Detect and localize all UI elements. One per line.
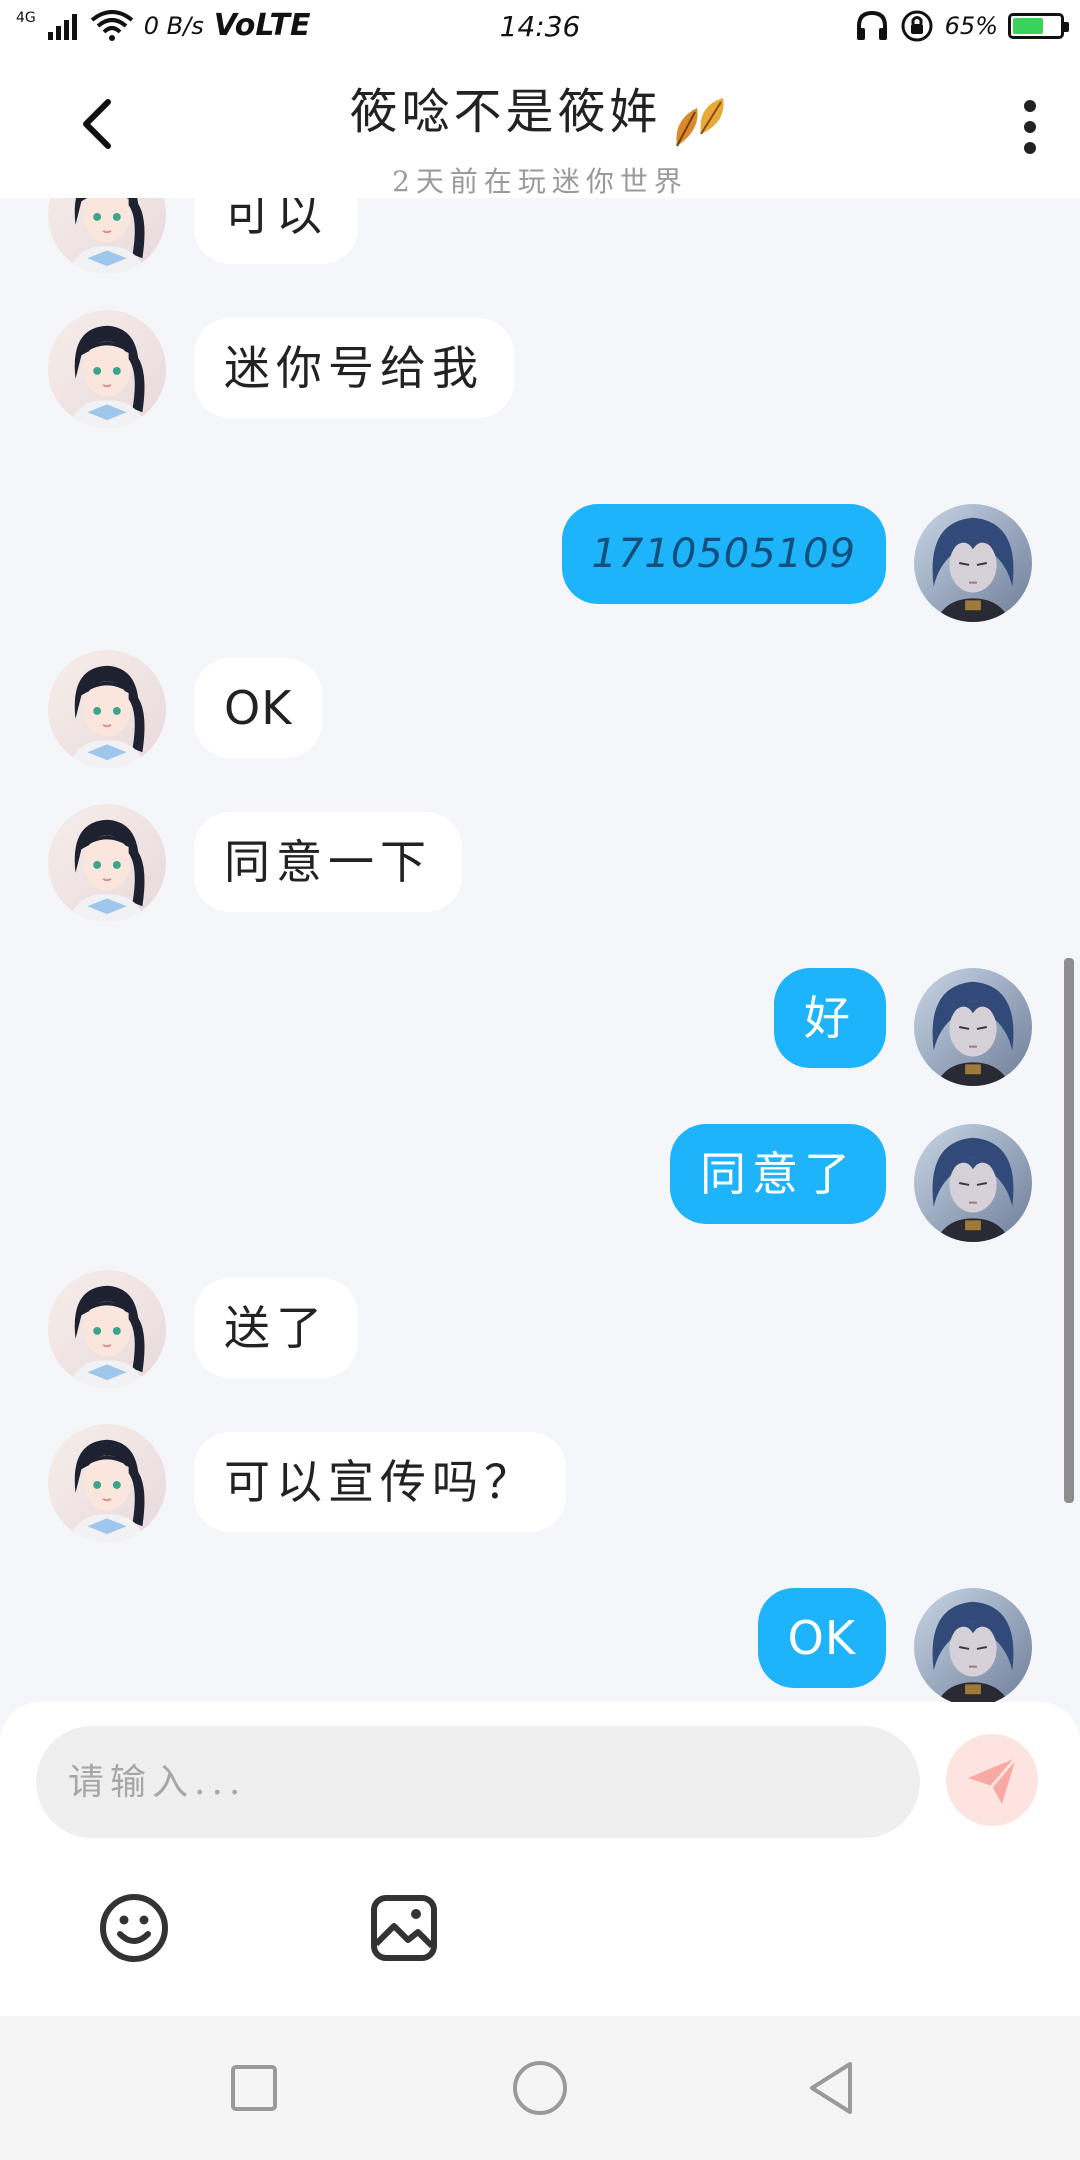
page-title: 筱唸不是筱姩: [349, 84, 662, 140]
system-nav-bar: [0, 2016, 1080, 2160]
more-vertical-icon[interactable]: [1010, 92, 1050, 162]
avatar[interactable]: [914, 504, 1032, 622]
message-row-6: 好: [0, 960, 1080, 1100]
message-bubble-received[interactable]: 可以宣传吗？: [194, 1432, 566, 1532]
message-bubble-sent[interactable]: 好: [774, 968, 886, 1068]
message-row-7: 同意了: [0, 1116, 1080, 1256]
message-bubble-sent[interactable]: 1710505109: [561, 504, 886, 604]
rotation-lock-icon: [901, 10, 933, 42]
avatar[interactable]: [48, 804, 166, 922]
avatar[interactable]: [48, 1424, 166, 1542]
avatar[interactable]: [48, 310, 166, 428]
message-bubble-received[interactable]: 可以: [194, 198, 358, 264]
message-row-3: 1710505109: [0, 496, 1080, 636]
status-bar: 4G 0 B/s VoLTE 14:36 65%: [0, 0, 1080, 52]
message-row-4: OK: [0, 650, 1080, 790]
avatar[interactable]: [48, 198, 166, 274]
message-bubble-sent[interactable]: OK: [757, 1588, 886, 1688]
send-button[interactable]: [946, 1734, 1038, 1826]
message-row-5: 同意一下: [0, 804, 1080, 944]
status-right: 65%: [855, 8, 1069, 44]
title-block: 筱唸不是筱姩 2天前在玩迷你世界: [0, 72, 1080, 200]
battery-fill: [1013, 18, 1043, 34]
message-row-9: 可以宣传吗？: [0, 1424, 1080, 1564]
battery-icon: [1008, 13, 1069, 39]
message-list[interactable]: 可以 迷你号给我 1710505109 OK 同意一下 好 同意了 送了 可以宣…: [0, 198, 1080, 1702]
chat-header: 筱唸不是筱姩 2天前在玩迷你世界: [0, 52, 1080, 198]
avatar[interactable]: [48, 650, 166, 768]
message-bubble-received[interactable]: 迷你号给我: [194, 318, 514, 418]
message-row-10: OK: [0, 1580, 1080, 1702]
message-composer: [0, 1702, 1080, 2016]
message-row-8: 送了: [0, 1270, 1080, 1410]
message-bubble-received[interactable]: 送了: [194, 1278, 358, 1378]
avatar[interactable]: [914, 1124, 1032, 1242]
message-bubble-sent[interactable]: 同意了: [670, 1124, 886, 1224]
recent-apps-icon[interactable]: [222, 2056, 286, 2120]
message-row-2: 迷你号给我: [0, 310, 1080, 450]
page-subtitle: 2天前在玩迷你世界: [392, 164, 688, 198]
headphones-icon: [856, 10, 887, 40]
emoji-icon[interactable]: [98, 1892, 170, 1964]
avatar[interactable]: [914, 1588, 1032, 1702]
image-icon[interactable]: [368, 1892, 440, 1964]
scrollbar[interactable]: [1064, 958, 1074, 1503]
message-bubble-received[interactable]: OK: [194, 658, 323, 758]
avatar[interactable]: [914, 968, 1032, 1086]
back-nav-icon[interactable]: [800, 2056, 864, 2120]
battery-percent: 65%: [944, 12, 998, 40]
home-icon[interactable]: [508, 2056, 572, 2120]
message-row-1: 可以: [0, 198, 1080, 296]
message-bubble-received[interactable]: 同意一下: [194, 812, 462, 912]
avatar[interactable]: [48, 1270, 166, 1388]
leaf-icon: [675, 97, 724, 146]
message-input[interactable]: [36, 1726, 920, 1838]
send-icon: [968, 1757, 1018, 1804]
chat-screen: 4G 0 B/s VoLTE 14:36 65% 筱唸不是筱姩 2天前在玩迷你世…: [0, 0, 1080, 2160]
